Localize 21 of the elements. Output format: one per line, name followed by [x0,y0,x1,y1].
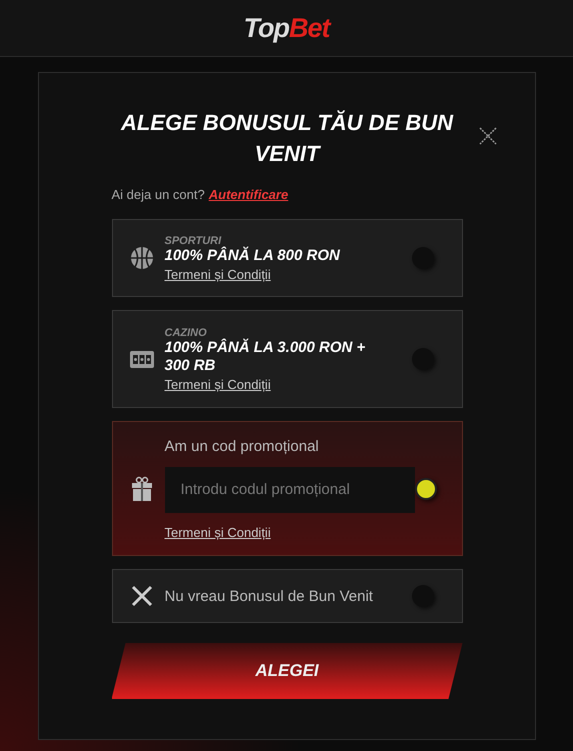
radio-button[interactable] [414,478,436,500]
bonus-option[interactable]: Nu vreau Bonusul de Bun Venit [112,569,462,623]
submit-button[interactable]: ALEGEI [112,643,462,699]
bonus-option[interactable]: SPORTURI 100% PÂNĂ LA 800 RON Termeni și Condiții [112,219,462,297]
login-link[interactable]: Autentificare [208,187,288,202]
option-headline: 100% PÂNĂ LA 800 RON [164,246,341,264]
login-prompt: Ai deja un cont? [112,187,205,202]
bonus-option[interactable]: Am un cod promoțional Introdu codul promoțional Termeni și Condiții [112,421,462,556]
option-headline: 100% PÂNĂ LA 3.000 RON + 300 RB [164,338,366,374]
bonus-option[interactable]: CAZINO 100% PÂNĂ LA 3.000 RON + 300 RB Termeni și Condiții [112,310,462,408]
option-category: CAZINO [164,326,207,338]
terms-link[interactable]: Termeni și Condiții [164,376,271,392]
option-label: Am un cod promoțional [164,438,320,454]
terms-link[interactable]: Termeni și Condiții [164,524,271,540]
option-label: Nu vreau Bonusul de Bun Venit [164,588,374,604]
close-icon[interactable] [478,127,496,145]
dialog-title: ALEGE BONUSUL TĂU DE BUN VENIT [120,109,454,168]
promo-code-field[interactable]: Introdu codul promoțional [164,466,414,512]
terms-link[interactable]: Termeni și Condiții [164,266,271,282]
logo: TopBet [244,12,330,44]
option-category: SPORTURI [164,234,222,246]
